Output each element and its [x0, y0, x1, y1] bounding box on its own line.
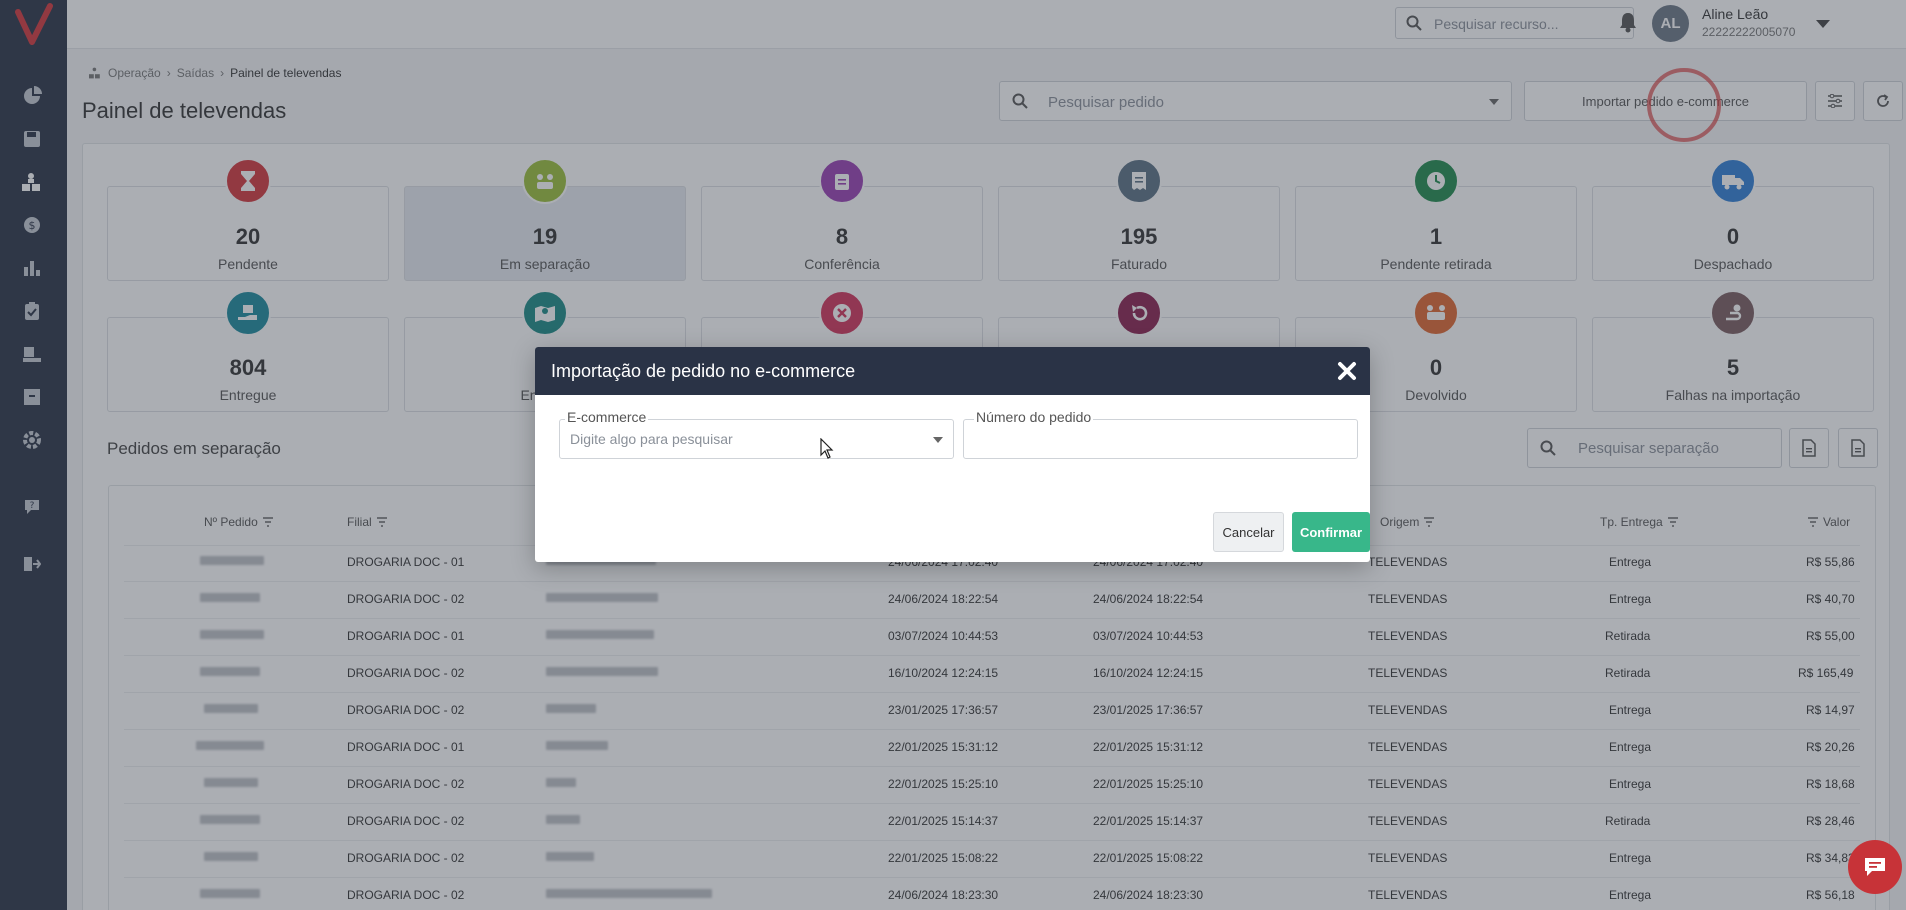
confirm-button[interactable]: Confirmar	[1292, 512, 1370, 552]
ecommerce-placeholder: Digite algo para pesquisar	[570, 431, 733, 447]
chat-button[interactable]	[1848, 840, 1902, 894]
ecommerce-select[interactable]: Digite algo para pesquisar	[559, 419, 954, 459]
chat-icon	[1865, 858, 1885, 876]
order-number-field[interactable]	[963, 419, 1358, 459]
mouse-cursor-icon	[820, 438, 834, 459]
import-order-modal: Importação de pedido no e-commerce Digit…	[535, 347, 1370, 562]
ecommerce-label: E-commerce	[565, 409, 649, 425]
close-icon[interactable]	[1336, 360, 1358, 382]
modal-title: Importação de pedido no e-commerce	[551, 361, 856, 381]
order-number-label: Número do pedido	[974, 409, 1094, 425]
chevron-down-icon	[933, 437, 943, 443]
cancel-button[interactable]: Cancelar	[1213, 512, 1284, 552]
